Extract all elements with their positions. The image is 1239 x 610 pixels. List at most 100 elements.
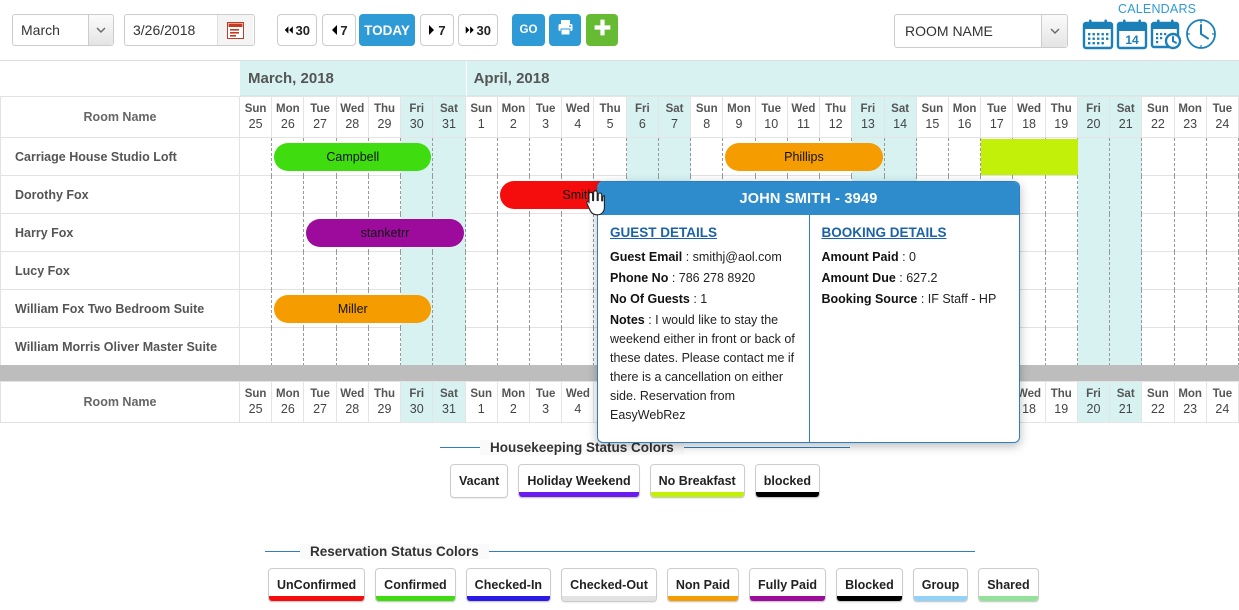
- housekeeping-legend-chip[interactable]: Holiday Weekend: [518, 464, 639, 498]
- day-header-cell[interactable]: Sun22: [1142, 96, 1174, 138]
- calendar-cell[interactable]: [1078, 214, 1110, 252]
- calendar-cell[interactable]: [530, 252, 562, 290]
- print-button[interactable]: [549, 14, 581, 46]
- day-header-cell[interactable]: Sat14: [885, 96, 917, 138]
- day-header-cell[interactable]: Thu29: [369, 381, 401, 423]
- calendar-cell[interactable]: [433, 176, 465, 214]
- calendar-cell[interactable]: [369, 328, 401, 366]
- day-header-cell[interactable]: Tue3: [530, 96, 562, 138]
- calendar-cell[interactable]: [1142, 290, 1174, 328]
- calendar-cell[interactable]: [885, 138, 917, 176]
- calendar-cell[interactable]: [530, 328, 562, 366]
- room-name-cell[interactable]: Dorothy Fox: [0, 176, 240, 214]
- day-header-cell[interactable]: Tue24: [1207, 96, 1239, 138]
- room-name-cell[interactable]: Harry Fox: [0, 214, 240, 252]
- calendar-clock-icon[interactable]: [1150, 18, 1182, 55]
- reservation-legend-chip[interactable]: Confirmed: [375, 568, 456, 602]
- calendar-cell[interactable]: [530, 138, 562, 176]
- calendar-cell[interactable]: [466, 328, 498, 366]
- calendar-cell[interactable]: [433, 252, 465, 290]
- day-header-cell[interactable]: Sat21: [1110, 96, 1142, 138]
- calendar-cell[interactable]: [466, 138, 498, 176]
- calendar-cell[interactable]: [1175, 252, 1207, 290]
- day-header-cell[interactable]: Fri30: [401, 381, 433, 423]
- nav-back-30-button[interactable]: 30: [277, 14, 317, 46]
- day-header-cell[interactable]: Sat7: [659, 96, 691, 138]
- calendar-cell[interactable]: [433, 290, 465, 328]
- calendar-cell[interactable]: [1142, 252, 1174, 290]
- housekeeping-legend-chip[interactable]: Vacant: [450, 464, 508, 498]
- calendar-cell[interactable]: [369, 176, 401, 214]
- day-header-cell[interactable]: Tue17: [981, 96, 1013, 138]
- booking-bar[interactable]: Campbell: [274, 143, 431, 171]
- calendar-cell[interactable]: [498, 328, 530, 366]
- calendar-cell[interactable]: [1110, 328, 1142, 366]
- calendar-cell[interactable]: [272, 214, 304, 252]
- calendar-cell[interactable]: [1078, 290, 1110, 328]
- calendar-cell[interactable]: [466, 176, 498, 214]
- day-header-cell[interactable]: Fri20: [1078, 381, 1110, 423]
- calendar-cell[interactable]: [562, 138, 594, 176]
- calendar-cell[interactable]: [1046, 252, 1078, 290]
- calendar-cell[interactable]: [1078, 138, 1110, 176]
- room-name-cell[interactable]: William Fox Two Bedroom Suite: [0, 290, 240, 328]
- day-header-cell[interactable]: Sun25: [240, 96, 272, 138]
- calendar-cell[interactable]: [240, 252, 272, 290]
- day-header-cell[interactable]: Sun8: [691, 96, 723, 138]
- calendar-cell[interactable]: [240, 290, 272, 328]
- day-header-cell[interactable]: Mon2: [498, 96, 530, 138]
- nav-forward-7-button[interactable]: 7: [420, 14, 454, 46]
- date-input[interactable]: [125, 16, 217, 44]
- calendar-cell[interactable]: [240, 214, 272, 252]
- calendar-cell[interactable]: [1207, 214, 1239, 252]
- calendar-cell[interactable]: [304, 252, 336, 290]
- calendar-cell[interactable]: [562, 328, 594, 366]
- day-header-cell[interactable]: Tue3: [530, 381, 562, 423]
- day-header-cell[interactable]: Thu19: [1046, 96, 1078, 138]
- calendar-cell[interactable]: [691, 138, 723, 176]
- day-header-cell[interactable]: Thu29: [369, 96, 401, 138]
- calendar-cell[interactable]: [1142, 328, 1174, 366]
- day-header-cell[interactable]: Thu19: [1046, 381, 1078, 423]
- day-header-cell[interactable]: Mon9: [723, 96, 755, 138]
- calendar-cell[interactable]: [1207, 290, 1239, 328]
- day-header-cell[interactable]: Sun1: [466, 96, 498, 138]
- day-header-cell[interactable]: Thu5: [594, 96, 626, 138]
- day-header-cell[interactable]: Sat21: [1110, 381, 1142, 423]
- calendar-cell[interactable]: [240, 138, 272, 176]
- day-header-cell[interactable]: Fri20: [1078, 96, 1110, 138]
- reservation-legend-chip[interactable]: Checked-Out: [561, 568, 657, 602]
- day-header-cell[interactable]: Tue27: [304, 96, 336, 138]
- calendar-cell[interactable]: [272, 252, 304, 290]
- day-header-cell[interactable]: Wed11: [788, 96, 820, 138]
- calendar-cell[interactable]: [466, 252, 498, 290]
- calendar-cell[interactable]: [1175, 176, 1207, 214]
- day-header-cell[interactable]: Fri6: [627, 96, 659, 138]
- day-header-cell[interactable]: Mon26: [272, 381, 304, 423]
- calendar-cell[interactable]: [433, 138, 465, 176]
- calendar-cell[interactable]: [1142, 176, 1174, 214]
- day-header-cell[interactable]: Wed28: [337, 381, 369, 423]
- calendar-cell[interactable]: [1046, 328, 1078, 366]
- day-header-cell[interactable]: Sun15: [917, 96, 949, 138]
- calendar-cell[interactable]: [1175, 328, 1207, 366]
- day-header-cell[interactable]: Mon26: [272, 96, 304, 138]
- day-header-cell[interactable]: Tue27: [304, 381, 336, 423]
- calendar-cell[interactable]: [1142, 214, 1174, 252]
- calendar-cell[interactable]: [433, 328, 465, 366]
- day-header-cell[interactable]: Sat31: [433, 381, 465, 423]
- calendar-cell[interactable]: [1207, 328, 1239, 366]
- calendar-cell[interactable]: [498, 290, 530, 328]
- calendar-cell[interactable]: [1175, 138, 1207, 176]
- today-button[interactable]: TODAY: [359, 14, 415, 46]
- day-header-cell[interactable]: Mon23: [1175, 381, 1207, 423]
- calendar-cell[interactable]: [1110, 176, 1142, 214]
- calendar-cell[interactable]: [530, 214, 562, 252]
- reservation-legend-chip[interactable]: Non Paid: [667, 568, 739, 602]
- calendar-cell[interactable]: [466, 214, 498, 252]
- calendar-grid-icon[interactable]: [1082, 18, 1114, 55]
- calendar-cell[interactable]: [1046, 290, 1078, 328]
- calendar-cell[interactable]: [1142, 138, 1174, 176]
- calendar-cell[interactable]: [562, 252, 594, 290]
- housekeeping-block[interactable]: [981, 139, 1078, 175]
